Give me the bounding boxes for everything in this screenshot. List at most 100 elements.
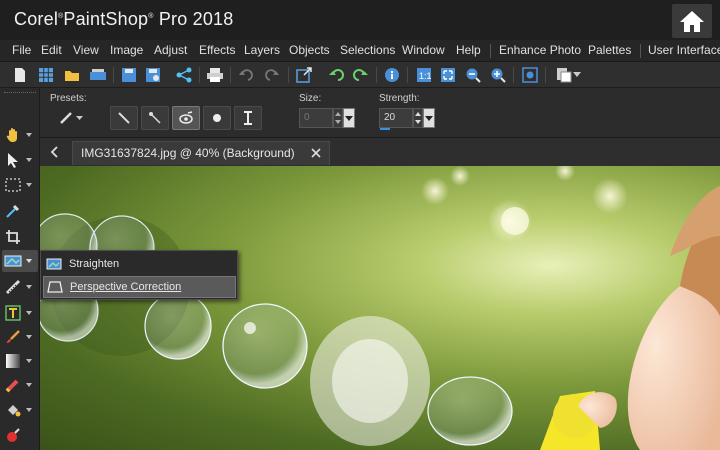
tool-pan[interactable] <box>2 124 38 146</box>
fill-icon <box>8 405 21 417</box>
tool-perspective[interactable] <box>2 276 38 298</box>
menu-layers[interactable]: Layers <box>244 43 280 57</box>
tool-dropper[interactable] <box>2 200 38 222</box>
fit-window-icon <box>441 68 455 82</box>
close-icon <box>311 148 321 158</box>
straighten-icon <box>46 258 62 270</box>
perspective-correction-icon <box>47 281 63 293</box>
menu-separator <box>640 44 641 58</box>
text-icon <box>5 305 21 321</box>
flyout-straighten-label: Straighten <box>69 258 120 270</box>
tool-fill[interactable] <box>2 399 38 421</box>
toolbar-separator <box>407 67 408 83</box>
chevron-down-icon <box>26 335 32 339</box>
tool-gradient[interactable] <box>2 350 38 372</box>
toolbar-separator <box>113 67 114 83</box>
chevron-down-icon <box>26 408 32 412</box>
eye-brush-icon <box>179 111 193 124</box>
redo-button[interactable] <box>262 65 282 85</box>
mode-point-button[interactable] <box>203 106 231 130</box>
tool-pick[interactable] <box>2 149 38 171</box>
image-canvas[interactable] <box>40 166 720 450</box>
undo-button[interactable] <box>236 65 256 85</box>
menu-window[interactable]: Window <box>402 43 445 57</box>
document-tab-label: IMG31637824.jpg @ 40% (Background) <box>81 146 295 160</box>
strength-dropdown[interactable] <box>423 108 435 128</box>
open-button[interactable] <box>62 65 82 85</box>
menu-file[interactable]: File <box>12 43 31 57</box>
menu-enhance-photo[interactable]: Enhance Photo <box>499 43 581 57</box>
menu-help[interactable]: Help <box>456 43 481 57</box>
rotate-right-button[interactable] <box>351 65 371 85</box>
grid-button[interactable] <box>36 65 56 85</box>
selection-icon <box>5 178 21 192</box>
paste-button[interactable] <box>554 65 574 85</box>
toolbar-separator <box>288 67 289 83</box>
pick-icon <box>8 153 18 168</box>
strength-slider-fill <box>380 128 390 130</box>
save-button[interactable] <box>119 65 139 85</box>
mode-auto-button[interactable] <box>141 106 169 130</box>
menu-image[interactable]: Image <box>110 43 143 57</box>
zoom-in-button[interactable] <box>488 65 508 85</box>
zoom-fit-button[interactable] <box>520 65 540 85</box>
actual-size-button[interactable]: 1:1 <box>414 65 434 85</box>
tool-text[interactable] <box>2 302 38 324</box>
flyout-straighten[interactable]: Straighten <box>43 253 236 275</box>
menu-effects[interactable]: Effects <box>199 43 235 57</box>
photo-image <box>40 166 720 450</box>
svg-text:1:1: 1:1 <box>419 71 432 81</box>
new-button[interactable] <box>10 65 30 85</box>
mode-text-button[interactable] <box>234 106 262 130</box>
flyout-perspective-correction[interactable]: Perspective Correction <box>43 276 236 298</box>
share-button[interactable] <box>174 65 194 85</box>
point-icon <box>213 114 221 122</box>
menu-separator <box>490 44 491 58</box>
flyout-perspective-correction-label: Perspective Correction <box>70 281 182 293</box>
tool-paint-brush[interactable] <box>2 326 38 348</box>
mode-straighten-button[interactable] <box>110 106 138 130</box>
size-stepper[interactable] <box>333 108 343 128</box>
strength-stepper[interactable] <box>413 108 423 128</box>
chevron-down-icon <box>26 383 32 387</box>
menu-view[interactable]: View <box>73 43 99 57</box>
info-icon <box>385 68 399 82</box>
toolbar-separator <box>513 67 514 83</box>
fit-window-button[interactable] <box>438 65 458 85</box>
mode-perspective-button[interactable] <box>172 106 200 130</box>
line-tool-icon <box>118 112 130 124</box>
close-tab-button[interactable] <box>309 146 323 160</box>
tool-crop[interactable] <box>2 226 38 248</box>
paste-icon <box>557 68 572 83</box>
zoom-out-button[interactable] <box>463 65 483 85</box>
print-button[interactable] <box>205 65 225 85</box>
menu-objects[interactable]: Objects <box>289 43 330 57</box>
size-input[interactable]: 0 <box>299 108 333 128</box>
strength-input[interactable]: 20 <box>379 108 413 128</box>
size-dropdown[interactable] <box>343 108 355 128</box>
menu-adjust[interactable]: Adjust <box>154 43 187 57</box>
chevron-down-icon <box>26 285 32 289</box>
tool-straighten[interactable] <box>2 250 38 272</box>
info-button[interactable] <box>382 65 402 85</box>
menu-palettes[interactable]: Palettes <box>588 43 631 57</box>
tool-red-eye[interactable] <box>2 424 38 446</box>
paste-dropdown[interactable] <box>572 65 582 85</box>
resize-button[interactable] <box>294 65 314 85</box>
save-as-button[interactable] <box>143 65 163 85</box>
standard-toolbar: 1:1 <box>0 62 720 88</box>
toolbar-separator <box>199 67 200 83</box>
gradient-icon <box>6 354 20 368</box>
tool-selection[interactable] <box>2 174 38 196</box>
document-tab[interactable]: IMG31637824.jpg @ 40% (Background) <box>72 141 330 165</box>
menu-edit[interactable]: Edit <box>41 43 62 57</box>
rotate-left-button[interactable] <box>326 65 346 85</box>
menu-user-interface[interactable]: User Interface <box>648 43 720 57</box>
tab-scroll-left[interactable] <box>44 142 64 162</box>
menu-selections[interactable]: Selections <box>340 43 395 57</box>
scanner-button[interactable] <box>88 65 108 85</box>
presets-dropdown[interactable] <box>60 110 86 126</box>
app-title-version: Pro 2018 <box>158 9 234 29</box>
tool-eraser[interactable] <box>2 374 38 396</box>
home-button[interactable] <box>672 4 712 38</box>
